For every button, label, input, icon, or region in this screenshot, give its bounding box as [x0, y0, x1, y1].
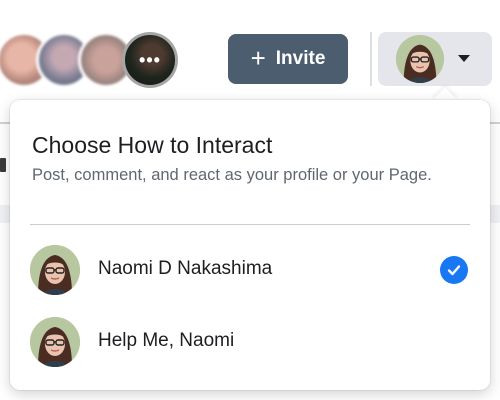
app-stage: ••• + Invite Choose How to Interact Post…: [0, 0, 500, 400]
account-switcher-button[interactable]: [378, 32, 492, 86]
invite-button[interactable]: + Invite: [228, 34, 348, 84]
dropdown-separator: [30, 224, 470, 225]
invite-button-label: Invite: [275, 48, 326, 69]
profile-avatar-icon: [30, 317, 80, 367]
profile-avatar-icon: [396, 35, 444, 83]
page-divider: [490, 122, 500, 124]
more-members-icon[interactable]: •••: [122, 32, 178, 88]
option-label: Naomi D Nakashima: [98, 258, 273, 279]
background-band: [0, 205, 10, 223]
background-band: [490, 205, 500, 223]
profile-avatar-icon: [30, 245, 80, 295]
selected-check-icon: [440, 256, 468, 284]
dropdown-subtitle: Post, comment, and react as your profile…: [32, 166, 432, 184]
plus-icon: +: [250, 43, 266, 73]
option-naomi-d-nakashima[interactable]: Naomi D Nakashima: [30, 240, 470, 300]
option-help-me-naomi[interactable]: Help Me, Naomi: [30, 312, 470, 372]
dropdown-title: Choose How to Interact: [32, 132, 273, 158]
interact-as-dropdown: Choose How to Interact Post, comment, an…: [10, 100, 490, 390]
caret-down-icon: [458, 55, 470, 62]
header-divider: [370, 32, 372, 86]
background-text-fragment: [0, 158, 6, 172]
page-divider: [0, 122, 10, 124]
option-label: Help Me, Naomi: [98, 330, 235, 351]
